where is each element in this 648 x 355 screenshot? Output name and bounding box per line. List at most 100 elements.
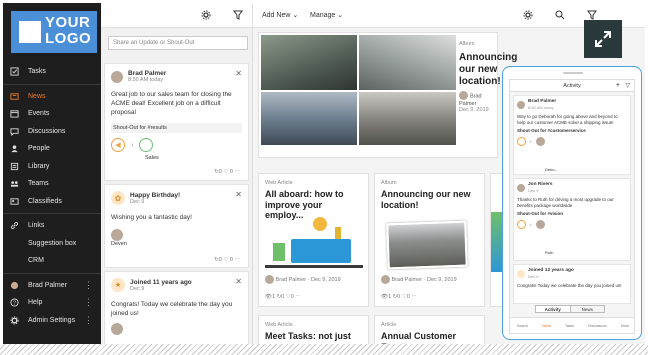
feed-post: ✕ Brad Palmer 8:50 AM today Great job to…: [104, 63, 249, 181]
office-photo: [261, 35, 357, 90]
featured-album-card[interactable]: Album Announcing our new location! Brad …: [258, 32, 517, 158]
avatar[interactable]: [459, 91, 468, 100]
anniversary-icon: ★: [111, 278, 125, 292]
group-icon: [139, 138, 154, 152]
sidebar-item-teams[interactable]: Teams: [3, 175, 101, 193]
group-label[interactable]: Sales: [145, 155, 159, 161]
card-type-label: Web Article: [265, 180, 293, 186]
gear-icon[interactable]: [523, 10, 533, 22]
author-name[interactable]: Brad Palmer: [392, 277, 423, 283]
feed-toolbar: [101, 3, 252, 28]
shoutout-tag: Shout-Out for #customerservice: [517, 128, 586, 133]
post-title[interactable]: Joined 11 years ago: [130, 279, 192, 286]
close-icon[interactable]: ✕: [235, 69, 242, 78]
close-icon[interactable]: ✕: [235, 190, 242, 199]
chevron-right-icon: ›: [530, 138, 532, 144]
sidebar-item-label: Tasks: [28, 68, 46, 76]
plus-icon[interactable]: +: [616, 80, 620, 92]
shoutout-tag[interactable]: Shout-Out for #results: [111, 123, 242, 133]
close-icon[interactable]: ✕: [235, 277, 242, 286]
card-date: Dec 9, 2019: [459, 107, 489, 113]
avatar[interactable]: [381, 275, 390, 284]
phone-nav-search[interactable]: Search: [517, 324, 528, 328]
phone-tab-switcher: Activity News: [535, 305, 605, 313]
manage-menu[interactable]: Manage ⌄: [310, 11, 343, 19]
sidebar-item-classifieds[interactable]: Classifieds: [3, 193, 101, 211]
company-logo[interactable]: YOUR LOGO: [11, 11, 97, 53]
chevron-right-icon: ›: [131, 141, 134, 149]
tab-news[interactable]: News: [571, 306, 605, 312]
phone-post[interactable]: Brad Palmer 8:50 AM today Way to go Debo…: [513, 95, 631, 175]
check-square-icon: [10, 67, 19, 76]
sidebar-nav: Tasks News Events Discussions People Lib…: [3, 63, 101, 329]
sidebar-item-events[interactable]: Events: [3, 105, 101, 123]
add-new-menu[interactable]: Add New ⌄: [262, 11, 298, 19]
author-name[interactable]: Brad Palmer: [276, 277, 307, 283]
sidebar-item-label: People: [28, 145, 50, 153]
sidebar-item-library[interactable]: Library: [3, 158, 101, 176]
sidebar-item-label: Discussions: [28, 127, 66, 135]
chevron-right-icon: ›: [530, 221, 532, 227]
sidebar-item-label: Events: [28, 110, 50, 118]
phone-nav-tasks[interactable]: Tasks: [565, 324, 574, 328]
sidebar-item-crm[interactable]: CRM: [3, 252, 101, 270]
sidebar-item-admin-settings[interactable]: Admin Settings ⋮: [3, 312, 101, 330]
filter-icon[interactable]: ▽: [625, 80, 630, 92]
calendar-icon: [10, 109, 19, 118]
newspaper-icon: [10, 92, 19, 101]
post-date: Dec 9: [528, 274, 539, 279]
card-type-label: Web Article: [265, 322, 293, 328]
person-name[interactable]: Deven: [111, 241, 242, 247]
article-card[interactable]: Web Article All aboard: how to improve y…: [258, 173, 369, 307]
avatar[interactable]: [265, 275, 274, 284]
library-icon: [10, 162, 19, 171]
avatar[interactable]: [111, 323, 123, 335]
more-icon[interactable]: ⋮: [84, 315, 93, 326]
people-icon: [10, 144, 19, 153]
sidebar-item-profile[interactable]: Brad Palmer ⋮: [3, 277, 101, 295]
phone-post[interactable]: Joined 12 years ago Dec 9 Congrats! Toda…: [513, 264, 631, 304]
card-title[interactable]: Announcing our new location!: [381, 189, 478, 210]
sidebar-item-label: Library: [28, 162, 50, 170]
card-date: Dec 9, 2019: [311, 276, 341, 283]
card-title[interactable]: Annual Customer Event: [381, 331, 478, 344]
phone-nav-discussions[interactable]: Discussions: [588, 324, 607, 328]
album-card[interactable]: Album Announcing our new location! Brad …: [374, 173, 485, 307]
phone-nav-more[interactable]: More: [621, 324, 629, 328]
sidebar-item-label: News: [28, 92, 46, 100]
avatar: [535, 137, 545, 146]
article-card[interactable]: Web Article Meet Tasks: not just: [258, 315, 369, 344]
sidebar-item-help[interactable]: ? Help ⋮: [3, 294, 101, 312]
sidebar-item-people[interactable]: People: [3, 140, 101, 158]
card-title[interactable]: Meet Tasks: not just: [265, 331, 362, 342]
search-icon[interactable]: [555, 10, 565, 22]
sidebar-item-suggestion-box[interactable]: Suggestion box: [3, 235, 101, 253]
phone-header: Activity + ▽: [510, 80, 634, 92]
divider: [3, 83, 101, 85]
share-update-input[interactable]: Share an Update or Shout-Out: [108, 36, 248, 50]
expand-button[interactable]: [584, 20, 622, 58]
post-stats: ↻0 ♡ 0 ⋯: [214, 257, 240, 263]
more-icon[interactable]: ⋮: [84, 280, 93, 291]
sidebar-item-discussions[interactable]: Discussions: [3, 123, 101, 141]
card-title[interactable]: Announcing our new location!: [459, 52, 517, 88]
sidebar-item-tasks[interactable]: Tasks: [3, 63, 101, 81]
avatar[interactable]: [111, 70, 123, 83]
phone-post[interactable]: Jon Rivers Dec 9 Thanks to Ruth for driv…: [513, 178, 631, 261]
article-card[interactable]: Article Annual Customer Event: [374, 315, 485, 344]
phone-title: Activity: [563, 83, 581, 89]
card-type-label: Article: [381, 322, 397, 328]
avatar[interactable]: [111, 229, 123, 241]
post-date: Dec 9: [130, 285, 145, 292]
sidebar-item-links[interactable]: Links: [3, 217, 101, 235]
sidebar-item-news[interactable]: News: [3, 88, 101, 106]
post-title[interactable]: Happy Birthday!: [130, 192, 180, 199]
phone-nav-news[interactable]: News: [542, 324, 551, 328]
post-author[interactable]: Brad Palmer: [128, 70, 166, 77]
filter-icon[interactable]: [233, 10, 243, 22]
gear-icon[interactable]: [201, 10, 211, 22]
card-title[interactable]: All aboard: how to improve your employ..…: [265, 189, 362, 221]
tab-activity[interactable]: Activity: [536, 306, 571, 312]
more-icon[interactable]: ⋮: [84, 297, 93, 308]
post-stats: ↻0 ♡ 0 ⋯: [214, 169, 240, 175]
